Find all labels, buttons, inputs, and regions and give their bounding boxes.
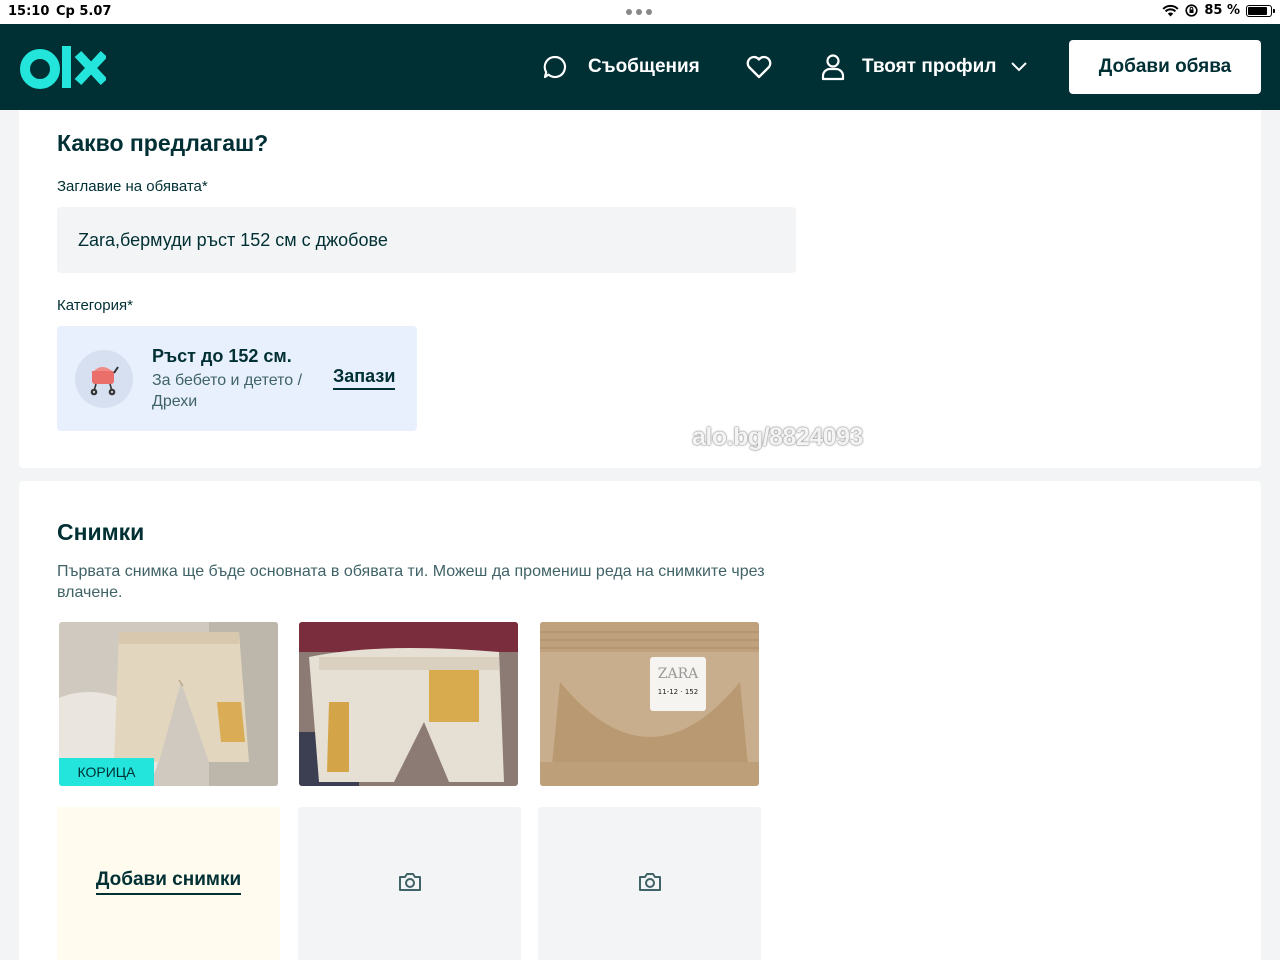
section-title-offer: Какво предлагаш?: [57, 130, 269, 156]
empty-photo-slot[interactable]: [538, 807, 761, 960]
wifi-icon: [1162, 4, 1179, 17]
watermark-text: alo.bg/8824093: [692, 423, 863, 451]
category-path: За бебето и детето / Дрехи: [152, 372, 303, 410]
camera-icon: [638, 873, 661, 891]
heart-icon: [746, 55, 772, 79]
category-selector[interactable]: Ръст до 152 см. За бебето и детето / Дре…: [57, 326, 417, 431]
stroller-icon: [75, 350, 133, 408]
chat-bubble-icon: [543, 55, 567, 79]
listing-title-value: Zara,бермуди ръст 152 см с джобове: [78, 229, 388, 250]
battery-percent: 85 %: [1204, 3, 1240, 18]
status-bar: 15:10 Ср 5.07 85 %: [0, 0, 1280, 24]
svg-text:ZARA: ZARA: [658, 666, 699, 682]
category-field-label: Категория*: [57, 297, 133, 314]
add-photos-button[interactable]: Добави снимки: [57, 807, 280, 960]
photo-thumbnail-2[interactable]: [299, 622, 518, 786]
status-time: 15:10: [8, 4, 50, 19]
listing-title-input[interactable]: Zara,бермуди ръст 152 см с джобове: [57, 207, 796, 273]
title-field-label: Заглавие на обявата*: [57, 178, 208, 195]
chevron-down-icon: [1011, 62, 1028, 72]
add-photos-label: Добави снимки: [95, 869, 242, 895]
category-name: Ръст до 152 см.: [152, 346, 292, 366]
profile-menu[interactable]: Твоят профил: [820, 24, 1028, 110]
photo-thumbnail-cover[interactable]: КОРИЦА: [59, 622, 278, 786]
profile-label: Твоят профил: [862, 56, 997, 77]
photo-thumbnail-3[interactable]: ZARA 11-12 · 152: [540, 622, 759, 786]
cover-badge: КОРИЦА: [59, 758, 154, 786]
status-indicators: 85 %: [1162, 3, 1275, 18]
empty-photo-slot[interactable]: [298, 807, 521, 960]
svg-text:11-12 · 152: 11-12 · 152: [658, 688, 698, 696]
user-icon: [821, 54, 845, 81]
section-title-photos: Снимки: [57, 519, 145, 545]
photos-card: Снимки Първата снимка ще бъде основната …: [19, 481, 1261, 960]
multitasking-dots-icon[interactable]: [626, 9, 654, 15]
battery-icon: [1246, 4, 1275, 17]
top-navigation: Съобщения Твоят профил Добави обява: [0, 24, 1280, 110]
messages-link[interactable]: Съобщения: [542, 24, 700, 110]
messages-label: Съобщения: [588, 56, 700, 77]
photos-hint: Първата снимка ще бъде основната в обява…: [57, 563, 765, 601]
add-listing-button[interactable]: Добави обява: [1069, 40, 1261, 94]
category-save-link[interactable]: Запази: [333, 366, 396, 390]
listing-details-card: Какво предлагаш? Заглавие на обявата* Za…: [19, 110, 1261, 468]
orientation-lock-icon: [1185, 4, 1198, 17]
camera-icon: [398, 873, 421, 891]
favorites-link[interactable]: [745, 24, 773, 110]
status-date: Ср 5.07: [56, 4, 112, 19]
olx-logo[interactable]: [20, 44, 106, 90]
